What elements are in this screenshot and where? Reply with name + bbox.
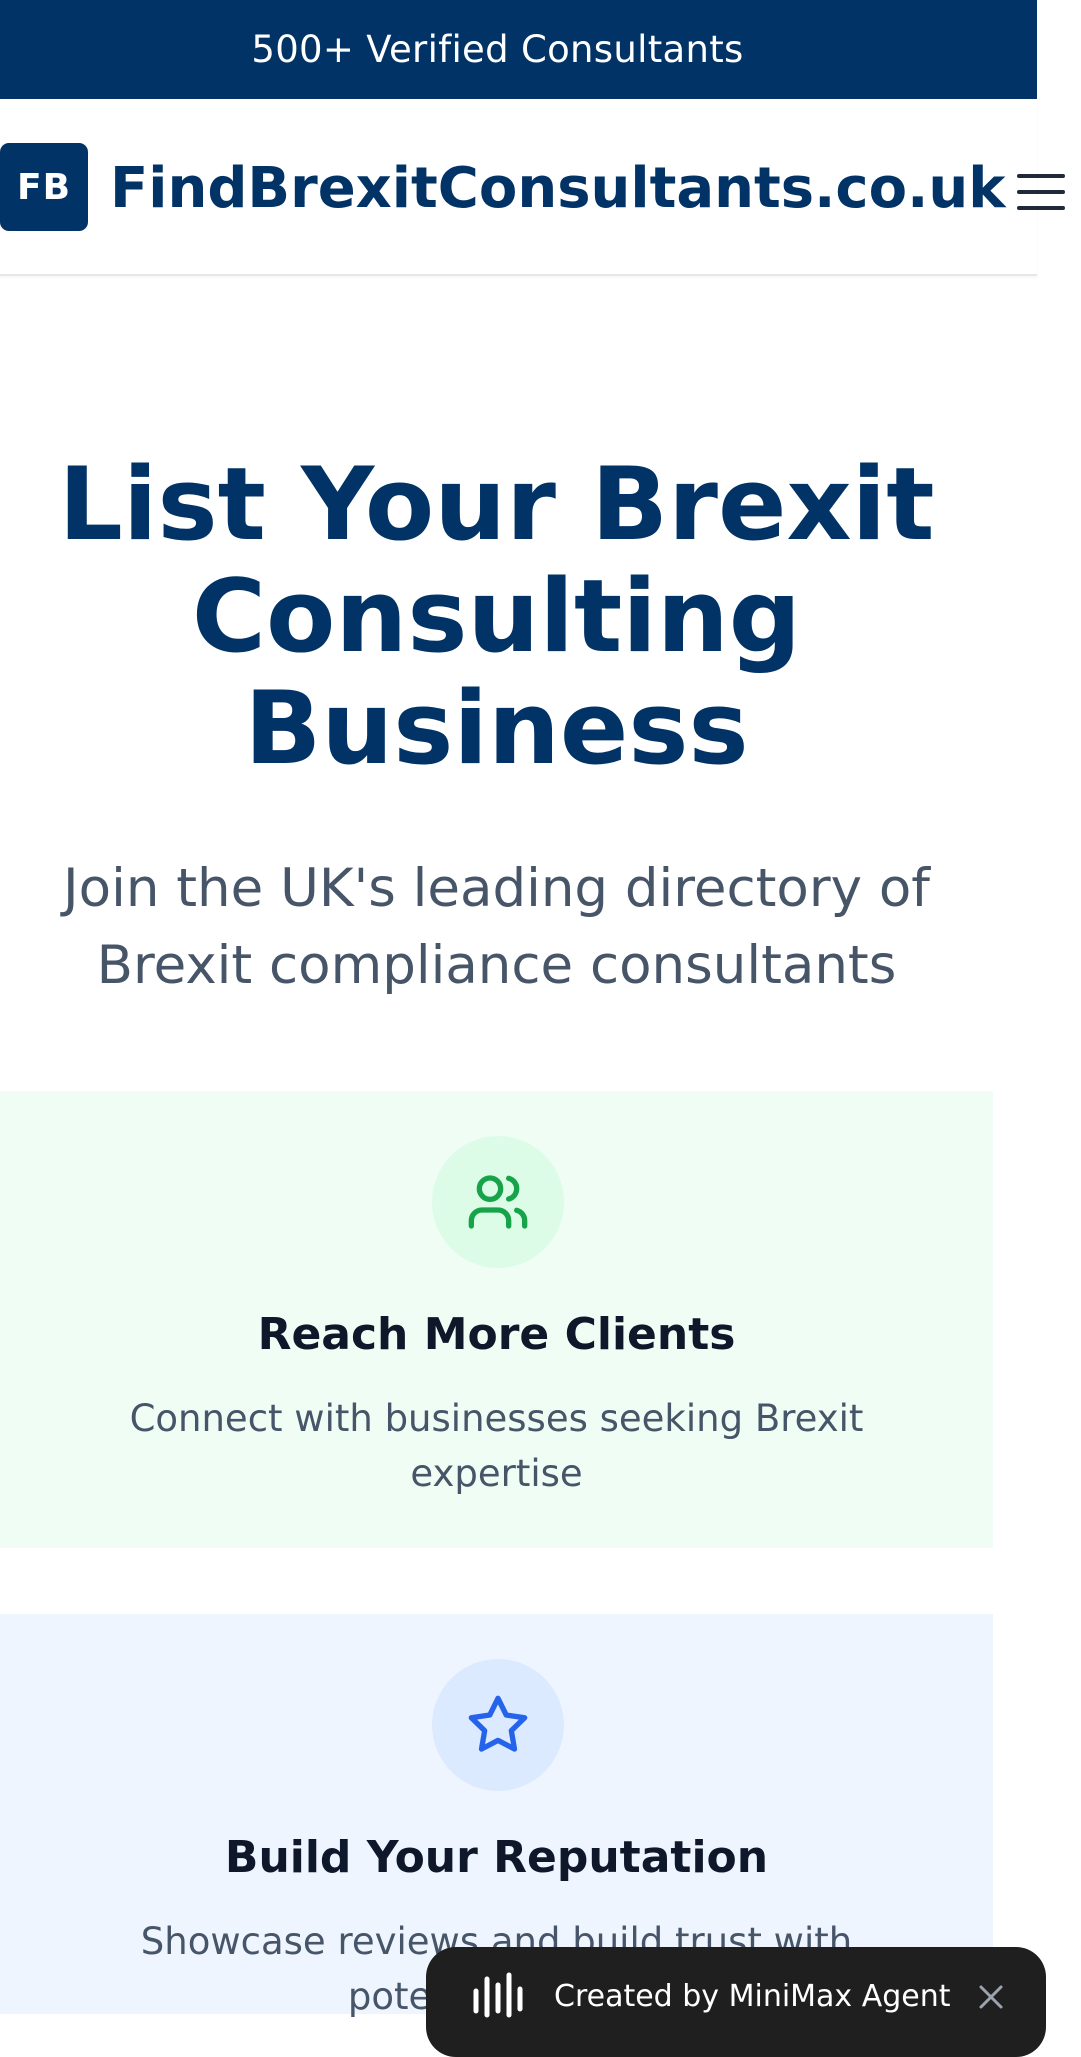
created-by-badge[interactable]: Created by MiniMax Agent <box>426 1947 1046 2057</box>
badge-text: Created by MiniMax Agent <box>554 1979 951 2014</box>
menu-button[interactable] <box>1016 159 1081 225</box>
benefit-title: Build Your Reputation <box>224 1832 769 1883</box>
minimax-logo-icon <box>473 1972 523 2018</box>
logo-badge[interactable]: FB <box>0 143 88 231</box>
menu-icon <box>1017 174 1065 210</box>
site-name[interactable]: FindBrexitConsultants.co.uk <box>110 155 1005 222</box>
benefit-card-reach-clients: Reach More Clients Connect with business… <box>0 1091 993 1548</box>
benefit-icon-circle <box>432 1136 564 1268</box>
hero-subtitle: Join the UK's leading directory of Brexi… <box>63 858 930 996</box>
benefit-icon-circle <box>432 1659 564 1791</box>
site-header: FB FindBrexitConsultants.co.uk <box>0 99 1065 276</box>
benefit-description: Connect with businesses seeking Brexit e… <box>129 1397 864 1495</box>
benefit-title: Reach More Clients <box>257 1309 736 1360</box>
users-icon <box>468 1175 528 1229</box>
top-banner-text: 500+ Verified Consultants <box>251 28 744 71</box>
star-icon <box>468 1695 528 1752</box>
hero-title: List Your Brexit Consulting Business <box>58 445 935 787</box>
close-icon[interactable] <box>971 1977 1011 2017</box>
top-banner: 500+ Verified Consultants <box>0 0 1037 99</box>
